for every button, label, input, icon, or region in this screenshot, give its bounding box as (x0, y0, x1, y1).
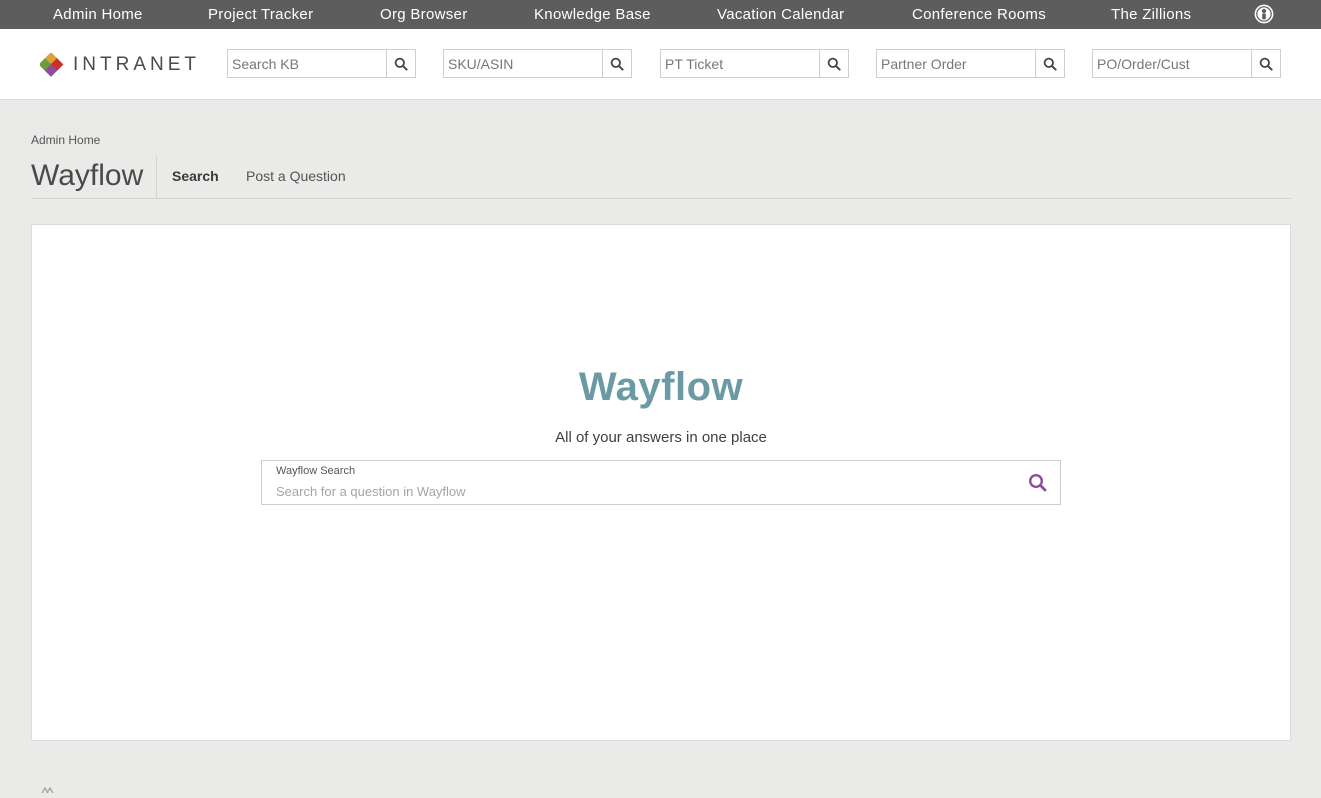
wayflow-tagline: All of your answers in one place (555, 429, 767, 446)
tab-post-a-question[interactable]: Post a Question (246, 168, 346, 184)
logo-mark-icon (40, 53, 64, 77)
tab-search[interactable]: Search (172, 168, 219, 184)
nav-the-zillions[interactable]: The Zillions (1111, 0, 1191, 29)
quick-search-sku (443, 49, 632, 78)
wayflow-hero-title: Wayflow (578, 365, 744, 409)
quick-search-pt-ticket (660, 49, 849, 78)
nav-vacation-calendar[interactable]: Vacation Calendar (717, 0, 844, 29)
search-icon (1259, 57, 1273, 71)
nav-knowledge-base[interactable]: Knowledge Base (534, 0, 651, 29)
wayflow-search-input[interactable] (276, 482, 1006, 500)
pt-ticket-input[interactable] (661, 50, 819, 77)
search-icon (1028, 473, 1047, 492)
nav-project-tracker[interactable]: Project Tracker (208, 0, 313, 29)
sku-asin-search-button[interactable] (602, 50, 631, 77)
search-icon (1043, 57, 1057, 71)
sku-asin-input[interactable] (444, 50, 602, 77)
search-icon (394, 57, 408, 71)
partner-order-input[interactable] (877, 50, 1035, 77)
search-kb-button[interactable] (386, 50, 415, 77)
search-kb-input[interactable] (228, 50, 386, 77)
po-order-cust-search-button[interactable] (1251, 50, 1280, 77)
page-title: Wayflow (31, 159, 144, 192)
page-header-divider (31, 198, 1291, 199)
wayflow-search-box: Wayflow Search (261, 460, 1061, 505)
user-profile-icon[interactable] (1254, 4, 1274, 24)
pt-ticket-search-button[interactable] (819, 50, 848, 77)
top-nav-bar: Admin Home Project Tracker Org Browser K… (0, 0, 1321, 29)
po-order-cust-input[interactable] (1093, 50, 1251, 77)
wayflow-search-panel: Wayflow All of your answers in one place… (31, 224, 1291, 741)
nav-conference-rooms[interactable]: Conference Rooms (912, 0, 1046, 29)
site-header: INTRANET (0, 29, 1321, 100)
quick-search-kb (227, 49, 416, 78)
intranet-logo[interactable]: INTRANET (40, 52, 200, 78)
wayflow-search-button[interactable] (1027, 472, 1049, 494)
footer-icon (40, 780, 54, 794)
logo-text: INTRANET (73, 54, 200, 75)
quick-search-po-order-cust (1092, 49, 1281, 78)
breadcrumb-admin-home[interactable]: Admin Home (31, 133, 100, 147)
search-icon (827, 57, 841, 71)
title-divider (156, 156, 157, 198)
nav-admin-home[interactable]: Admin Home (53, 0, 143, 29)
wayflow-search-label: Wayflow Search (276, 465, 356, 477)
search-icon (610, 57, 624, 71)
partner-order-search-button[interactable] (1035, 50, 1064, 77)
quick-search-partner-order (876, 49, 1065, 78)
nav-org-browser[interactable]: Org Browser (380, 0, 468, 29)
